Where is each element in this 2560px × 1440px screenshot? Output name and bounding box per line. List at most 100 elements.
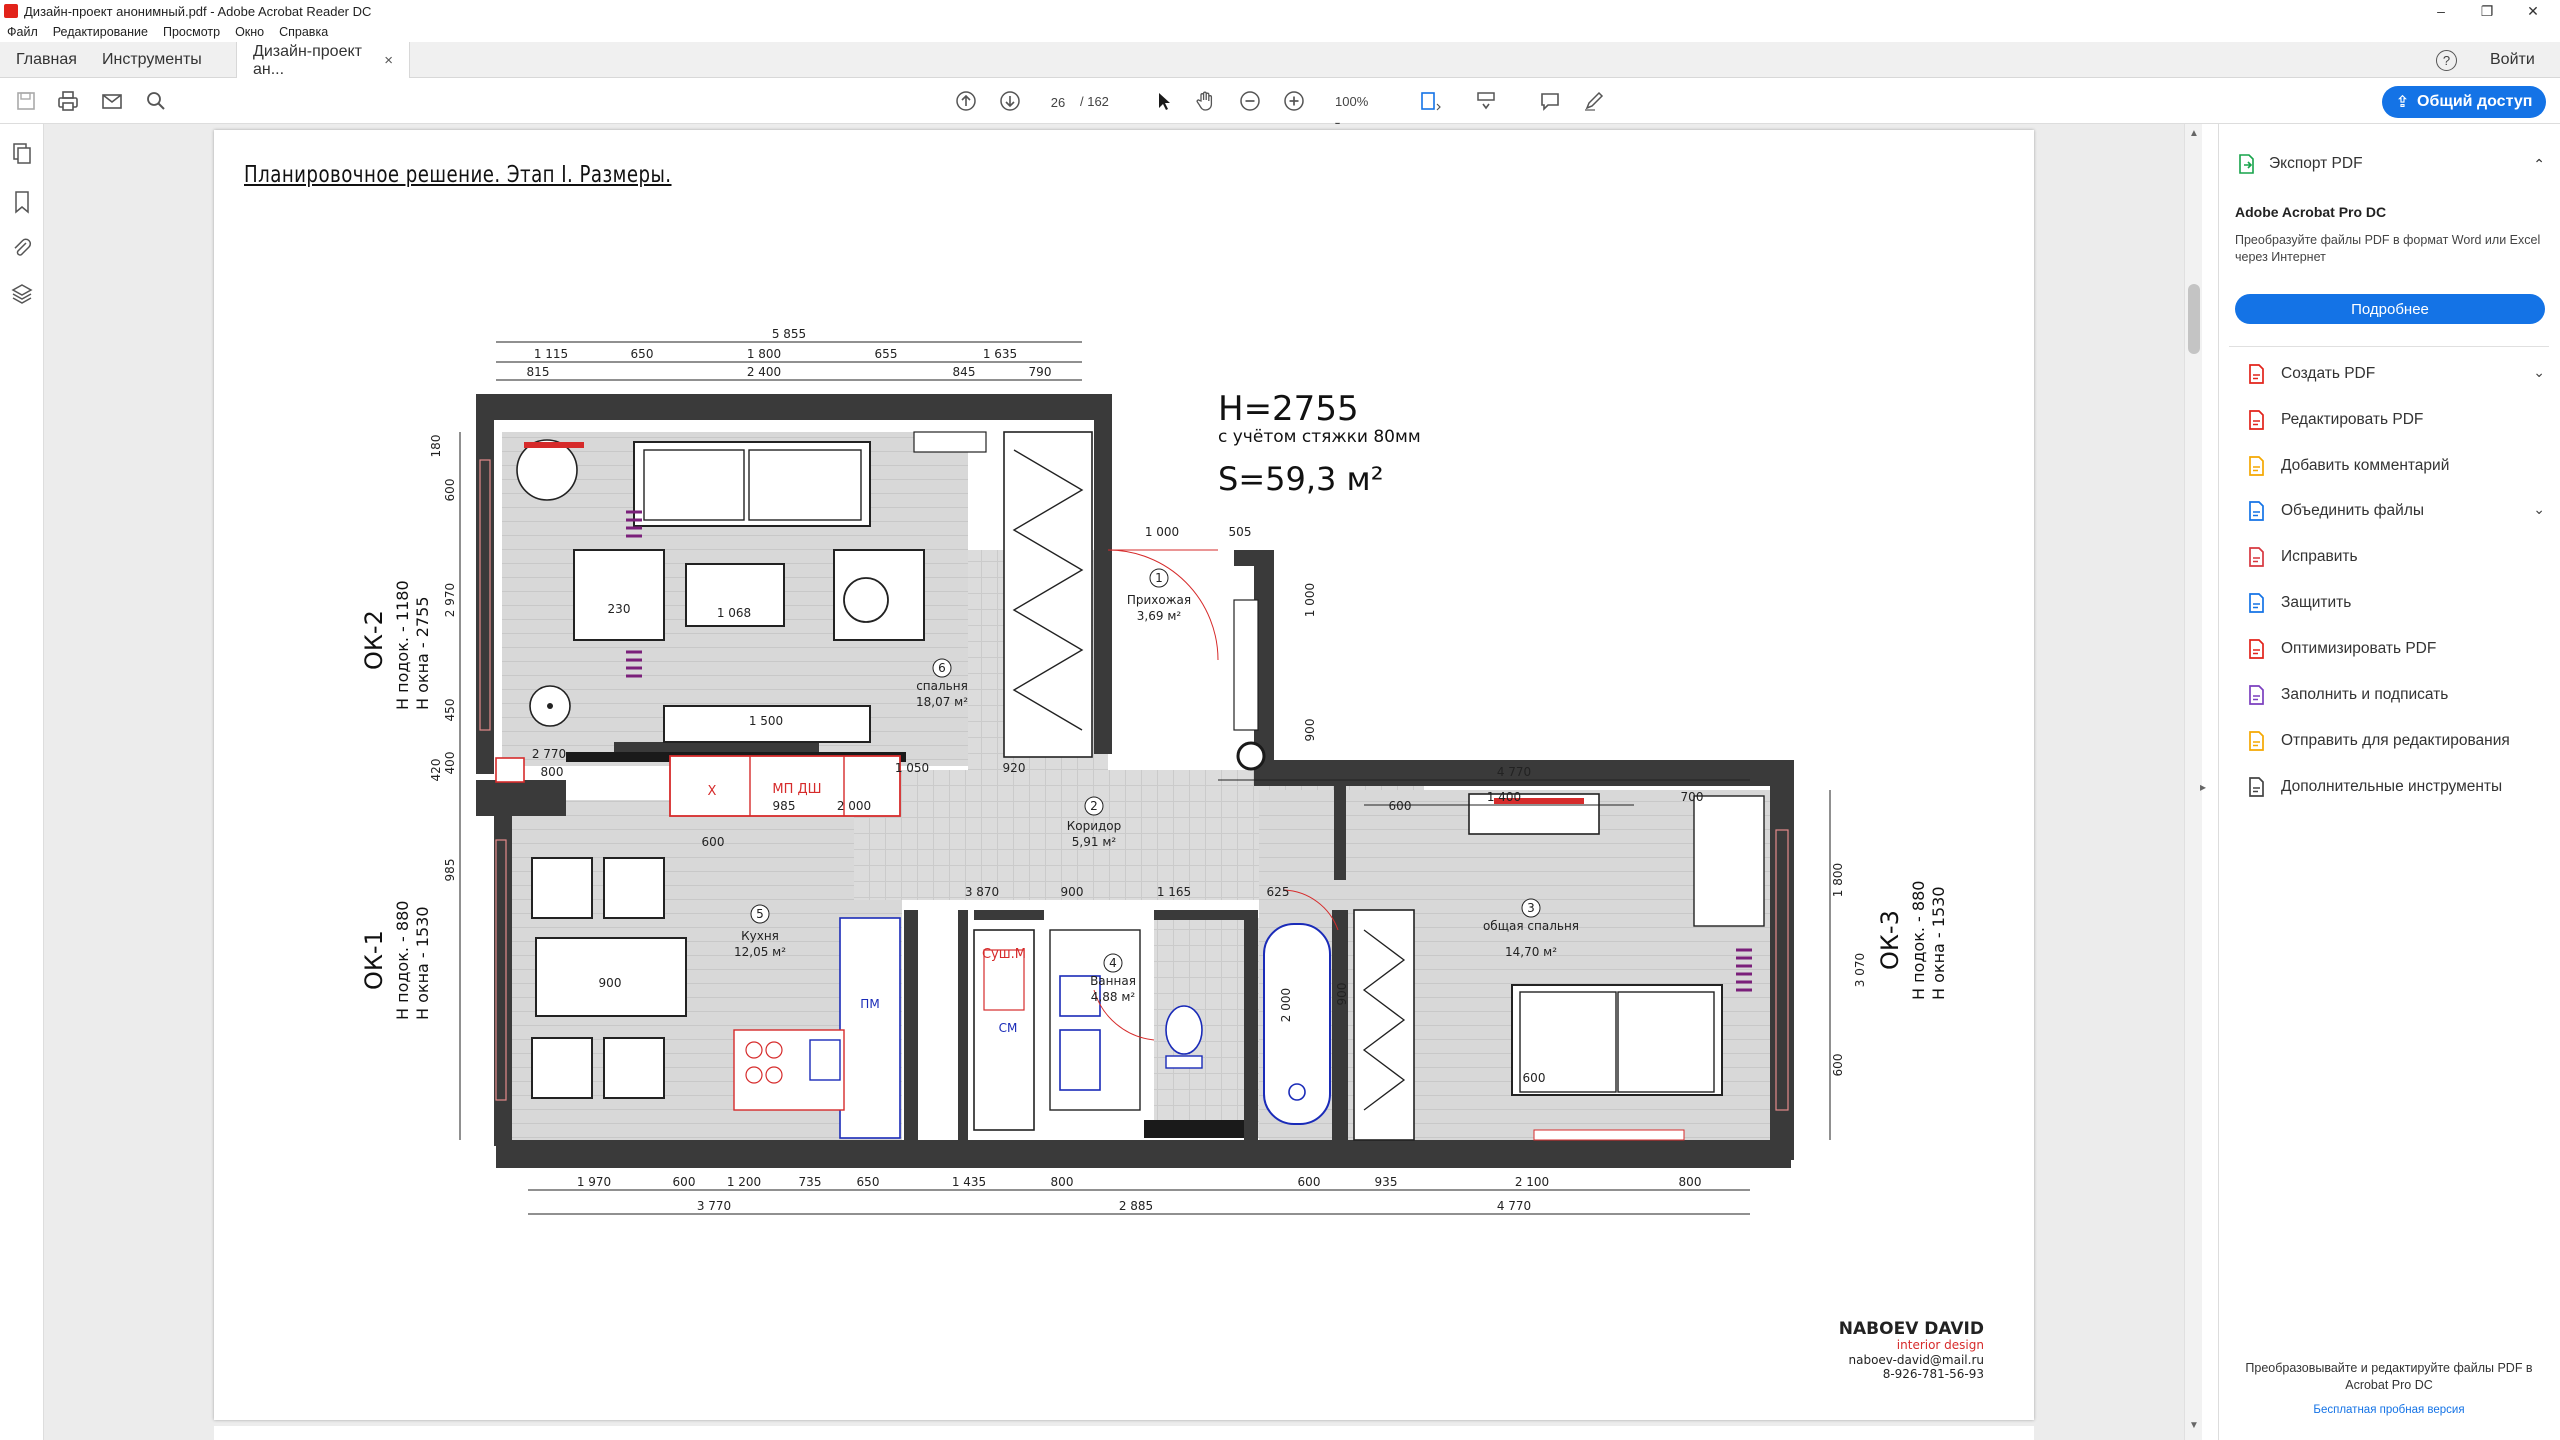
close-tab-icon[interactable]: × xyxy=(384,52,393,69)
tool-item-4[interactable]: Исправить xyxy=(2245,545,2545,569)
window-ok2-sill: Н подок. - 1180 xyxy=(393,580,412,710)
ceiling-height-label: H=2755 xyxy=(1218,389,1359,429)
room-1-name: Прихожая xyxy=(1127,593,1191,607)
room-6-number: 6 xyxy=(938,661,946,675)
minimize-button[interactable]: – xyxy=(2418,0,2464,22)
dim-1050: 985 xyxy=(773,799,796,813)
tab-home[interactable]: Главная xyxy=(0,42,93,78)
export-pdf-header[interactable]: Экспорт PDF ⌃ xyxy=(2235,152,2545,176)
dim-b1-0: 1 970 xyxy=(577,1175,611,1189)
room-2-number: 2 xyxy=(1090,799,1098,813)
close-window-button[interactable]: ✕ xyxy=(2510,0,2556,22)
dim-v-2970: 2 970 xyxy=(443,583,457,617)
print-icon[interactable] xyxy=(56,89,80,113)
dim-v-180: 180 xyxy=(429,435,443,458)
tool-item-6[interactable]: Оптимизировать PDF xyxy=(2245,637,2545,661)
tool-item-3[interactable]: Объединить файлы ⌄ xyxy=(2245,499,2545,523)
left-navigation-pane xyxy=(0,124,44,1440)
learn-more-button[interactable]: Подробнее xyxy=(2235,294,2545,324)
dim-900-a: 1 050 xyxy=(895,761,929,775)
menu-view[interactable]: Просмотр xyxy=(156,25,228,39)
free-trial-link[interactable]: Бесплатная пробная версия xyxy=(2239,1404,2539,1416)
ceiling-height-note: с учётом стяжки 80мм xyxy=(1218,427,1421,447)
share-button[interactable]: ⇪ Общий доступ xyxy=(2382,86,2546,118)
email-icon[interactable] xyxy=(100,89,124,113)
scroll-up-arrow-icon[interactable]: ▲ xyxy=(2189,128,2199,139)
window-ok1-height: Н окна - 1530 xyxy=(413,907,432,1021)
dim-b2-2: 4 770 xyxy=(1497,1199,1531,1213)
scroll-down-arrow-icon[interactable]: ▼ xyxy=(2189,1420,2199,1431)
zoom-in-icon[interactable] xyxy=(1282,89,1306,113)
dim-700: 700 xyxy=(1681,790,1704,804)
select-cursor-icon[interactable] xyxy=(1152,89,1176,113)
dim-v-420: 420 xyxy=(429,759,443,782)
dim-900-b: 1 165 xyxy=(1157,885,1191,899)
page-total: / 162 xyxy=(1080,94,1109,109)
dim-1100-a: 2 770 xyxy=(532,747,566,761)
tool-item-1[interactable]: Редактировать PDF xyxy=(2245,408,2545,432)
scroll-mode-icon[interactable] xyxy=(1474,89,1498,113)
next-page-icon[interactable] xyxy=(998,89,1022,113)
comment-tool-icon[interactable] xyxy=(1538,89,1562,113)
edit-pdf-icon xyxy=(2249,410,2264,430)
dim-4770-upper: 4 770 xyxy=(1497,765,1531,779)
zoom-out-icon[interactable] xyxy=(1238,89,1262,113)
sign-in-link[interactable]: Войти xyxy=(2490,42,2535,78)
tool-item-7[interactable]: Заполнить и подписать xyxy=(2245,683,2545,707)
save-icon[interactable] xyxy=(14,89,38,113)
window-title: Дизайн-проект анонимный.pdf - Adobe Acro… xyxy=(24,3,372,19)
hand-tool-icon[interactable] xyxy=(1194,89,1218,113)
tool-item-label: Добавить комментарий xyxy=(2281,457,2450,474)
chevron-down-icon[interactable]: ⌄ xyxy=(2533,364,2545,381)
label-x: Х xyxy=(708,784,717,799)
layers-icon[interactable] xyxy=(10,282,34,306)
menu-window[interactable]: Окно xyxy=(228,25,272,39)
previous-page-icon[interactable] xyxy=(954,89,978,113)
scrollbar-thumb[interactable] xyxy=(2188,284,2200,354)
tab-tools[interactable]: Инструменты xyxy=(86,42,218,78)
tab-document[interactable]: Дизайн-проект ан... × xyxy=(236,42,410,79)
tool-item-2[interactable]: Добавить комментарий xyxy=(2245,454,2545,478)
dim-t2-2: 845 xyxy=(953,365,976,379)
protect-icon xyxy=(2249,593,2264,613)
dim-b1-9: 2 100 xyxy=(1515,1175,1549,1189)
tool-item-8[interactable]: Отправить для редактирования xyxy=(2245,729,2545,753)
tool-item-5[interactable]: Защитить xyxy=(2245,591,2545,615)
designer-email: naboev-david@mail.ru xyxy=(1849,1353,1985,1367)
window-ok3-height: Н окна - 1530 xyxy=(1929,887,1948,1001)
chevron-up-icon[interactable]: ⌃ xyxy=(2533,156,2545,173)
attachments-icon[interactable] xyxy=(10,236,34,260)
bottom-dimension-values: 1 970 600 1 200 735 650 1 435 800 600 93… xyxy=(577,1175,1702,1213)
pane-divider xyxy=(2229,346,2549,347)
help-icon[interactable]: ? xyxy=(2436,50,2457,71)
title-bar: Дизайн-проект анонимный.pdf - Adobe Acro… xyxy=(0,0,2560,22)
document-view[interactable]: Планировочное решение. Этап I. Размеры. xyxy=(44,124,2194,1440)
dim-v-1000-r: 900 xyxy=(1303,719,1317,742)
menu-help[interactable]: Справка xyxy=(272,25,336,39)
bookmarks-icon[interactable] xyxy=(10,190,34,214)
room-2-area: 5,91 м² xyxy=(1072,835,1117,849)
room-1-area: 3,69 м² xyxy=(1137,609,1182,623)
room-5-name: Кухня xyxy=(741,929,779,943)
dim-1000-table: 1 068 xyxy=(717,606,751,620)
room-4-area: 4,88 м² xyxy=(1091,990,1136,1004)
search-icon[interactable] xyxy=(144,89,168,113)
menu-edit[interactable]: Редактирование xyxy=(46,25,156,39)
tool-item-9[interactable]: Дополнительные инструменты xyxy=(2245,775,2545,799)
more-tools-icon xyxy=(2249,777,2264,797)
zoom-level-select[interactable]: 100% ▾ xyxy=(1325,91,1385,131)
page-number-input[interactable]: 26 xyxy=(1040,91,1076,113)
designer-signature: NABOEV DAVID interior design naboev-davi… xyxy=(1839,1319,1984,1381)
tool-item-label: Отправить для редактирования xyxy=(2281,732,2510,749)
dim-t1-1: 650 xyxy=(631,347,654,361)
dim-v-600-r: 600 xyxy=(1831,1054,1845,1077)
page-thumbnails-icon[interactable] xyxy=(10,142,34,166)
restore-button[interactable]: ❐ xyxy=(2464,0,2510,22)
fit-page-icon[interactable] xyxy=(1418,89,1442,113)
draw-tool-icon[interactable] xyxy=(1582,89,1606,113)
tool-item-label: Заполнить и подписать xyxy=(2281,686,2449,703)
menu-file[interactable]: Файл xyxy=(0,25,46,39)
chevron-down-icon[interactable]: ⌄ xyxy=(2533,501,2545,518)
tool-item-0[interactable]: Создать PDF ⌄ xyxy=(2245,362,2545,386)
collapse-right-pane-icon[interactable]: ▸ xyxy=(2200,780,2206,794)
